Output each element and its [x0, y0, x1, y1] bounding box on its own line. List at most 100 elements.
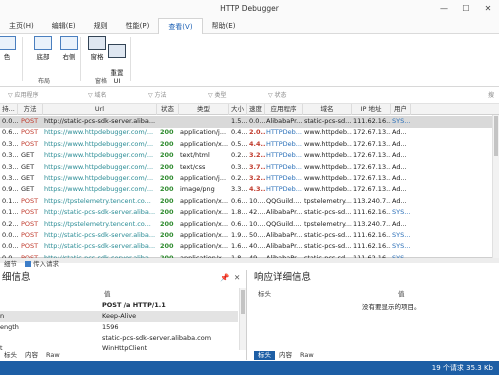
col-domain[interactable]: 域名: [303, 104, 352, 115]
cell-status: 200: [160, 219, 174, 228]
col-app[interactable]: 应用程序: [265, 104, 303, 115]
col-duration[interactable]: 持...: [0, 104, 18, 115]
cell-user: Ad...: [392, 151, 407, 160]
col-status[interactable]: 状态: [157, 104, 179, 115]
cell-user: Ad...: [392, 196, 407, 205]
cell-domain: www.httpdeb...: [304, 139, 352, 148]
grid-vertical-scrollbar[interactable]: [492, 115, 499, 258]
cell-duration: 0.1...: [2, 196, 18, 205]
filter-method[interactable]: ▽ 方法: [148, 88, 167, 104]
response-header-col: 标头: [258, 290, 271, 298]
cell-url: http://static-pcs-sdk-server.aliba...: [44, 231, 156, 239]
cell-method: GET: [21, 151, 35, 160]
resp-tab-headers[interactable]: 标头: [254, 351, 275, 360]
request-row[interactable]: ength 1596: [0, 322, 238, 333]
col-speed[interactable]: 速度: [247, 104, 265, 115]
cell-app: QQGuild....: [266, 196, 302, 205]
cell-size: 0.3...: [231, 162, 247, 171]
cell-size: 0.4...: [231, 128, 247, 137]
cell-status: 200: [160, 128, 174, 137]
reset-ui-button[interactable]: 重置 UI: [104, 36, 130, 85]
table-row[interactable]: 0.3... GET https://www.httpdebugger.com/..…: [0, 162, 499, 174]
table-row[interactable]: 0.1... POST https://tpstelemetry.tencent.c…: [0, 196, 499, 208]
cell-domain: tpstelemetry....: [304, 219, 352, 228]
col-size[interactable]: 大小: [229, 104, 247, 115]
table-row[interactable]: 0.0...POSThttp://static-pcs-sdk-server.a…: [0, 230, 499, 242]
cell-type: application/x...: [180, 219, 229, 228]
cell-speed: 42....: [249, 208, 265, 217]
req-tab-headers[interactable]: 标头: [0, 351, 21, 360]
table-row[interactable]: 0.0...POSThttp://static-pcs-sdk-server.a…: [0, 116, 499, 128]
request-row[interactable]: static-pcs-sdk-server.alibaba.com: [0, 333, 238, 344]
tab-incoming-request[interactable]: 传入请求: [21, 259, 63, 269]
title-bar: HTTP Debugger — ☐ ✕: [0, 0, 499, 18]
close-panel-icon[interactable]: ✕: [234, 273, 240, 282]
resp-tab-content[interactable]: 内容: [275, 351, 296, 360]
tab-rules[interactable]: 规则: [85, 18, 117, 33]
layout-right-icon: [60, 36, 78, 50]
grid-horizontal-scrollbar[interactable]: [0, 258, 499, 263]
tab-edit[interactable]: 编辑(E): [43, 18, 85, 33]
cell-user: Ad...: [392, 174, 407, 182]
cell-user: SYS...: [392, 231, 411, 239]
layout-bottom-button[interactable]: 底部: [30, 36, 56, 61]
cell-size: 0.6...: [231, 219, 247, 228]
cell-size: 1.5...: [231, 117, 247, 125]
pin-icon[interactable]: 📌: [220, 273, 229, 282]
cell-url: https://www.httpdebugger.com/...: [44, 128, 154, 137]
cell-type: application/x...: [180, 231, 229, 239]
scrollbar-thumb[interactable]: [241, 290, 245, 314]
ribbon-tabs: 主页(H) 编辑(E) 规则 性能(P) 查看(V) 帮助(E): [0, 18, 499, 35]
filter-search[interactable]: 搜: [488, 88, 494, 104]
tab-help[interactable]: 帮助(E): [203, 18, 245, 33]
cell-duration: 0.2...: [2, 219, 18, 228]
cell-url: https://www.httpdebugger.com/...: [44, 185, 154, 194]
close-icon[interactable]: ✕: [477, 0, 499, 18]
request-details-panel: 细信息 📌 ✕ 值 POST /a HTTP/1.1 n Keep-Alive …: [0, 270, 247, 360]
col-method[interactable]: 方法: [18, 104, 43, 115]
filter-app[interactable]: ▽ 应用程序: [8, 88, 39, 104]
cell-url: https://www.httpdebugger.com/...: [44, 151, 154, 160]
cell-status: 200: [160, 208, 174, 217]
tab-performance[interactable]: 性能(P): [117, 18, 159, 33]
color-button[interactable]: 色: [0, 36, 20, 61]
filter-domain[interactable]: ▽ 域名: [88, 88, 107, 104]
table-row[interactable]: 0.0...POSThttp://static-pcs-sdk-server.a…: [0, 241, 499, 253]
col-ip[interactable]: IP 地址: [352, 104, 391, 115]
table-row[interactable]: 0.3... POST https://www.httpdebugger.com/.…: [0, 139, 499, 151]
filter-status[interactable]: ▽ 状态: [268, 88, 287, 104]
req-tab-raw[interactable]: Raw: [42, 351, 64, 360]
col-user[interactable]: 用户: [391, 104, 411, 115]
col-type[interactable]: 类型: [179, 104, 229, 115]
cell-type: application/x...: [180, 242, 229, 251]
resp-tab-raw[interactable]: Raw: [296, 351, 318, 360]
layout-right-button[interactable]: 右侧: [56, 36, 82, 61]
cell-ip: 172.67.13...: [353, 174, 391, 182]
cell-size: 1.9...: [231, 231, 247, 239]
cell-duration: 0.3...: [2, 139, 18, 148]
cell-ip: 172.67.13...: [353, 151, 391, 160]
request-row[interactable]: n Keep-Alive: [0, 311, 238, 322]
filter-type[interactable]: ▽ 类型: [208, 88, 227, 104]
incoming-request-icon: [25, 261, 31, 267]
col-url[interactable]: Url: [43, 104, 157, 115]
tab-home[interactable]: 主页(H): [0, 18, 43, 33]
cell-status: 200: [160, 174, 174, 182]
table-row[interactable]: 0.9... GET https://www.httpdebugger.com/..…: [0, 184, 499, 196]
tab-details[interactable]: 细节: [0, 259, 21, 269]
scrollbar-thumb[interactable]: [494, 116, 498, 156]
table-row[interactable]: 0.6... POST https://www.httpdebugger.com/.…: [0, 127, 499, 139]
req-tab-content[interactable]: 内容: [21, 351, 42, 360]
request-panel-scrollbar[interactable]: [239, 288, 246, 350]
cell-status: 200: [160, 242, 174, 251]
cell-duration: 0.3...: [2, 151, 18, 160]
table-row[interactable]: 0.3... GET https://www.httpdebugger.com/..…: [0, 150, 499, 162]
minimize-icon[interactable]: —: [433, 0, 455, 18]
table-row[interactable]: 0.1... POST http://static-pcs-sdk-server.a…: [0, 207, 499, 219]
maximize-icon[interactable]: ☐: [455, 0, 477, 18]
cell-size: 3.3...: [231, 185, 247, 194]
table-row[interactable]: 0.3... GET https://www.httpdebugger.com/..…: [0, 173, 499, 185]
tab-view[interactable]: 查看(V): [158, 18, 203, 35]
table-row[interactable]: 0.2... POST https://tpstelemetry.tencent.c…: [0, 219, 499, 231]
cell-type: [180, 116, 229, 128]
